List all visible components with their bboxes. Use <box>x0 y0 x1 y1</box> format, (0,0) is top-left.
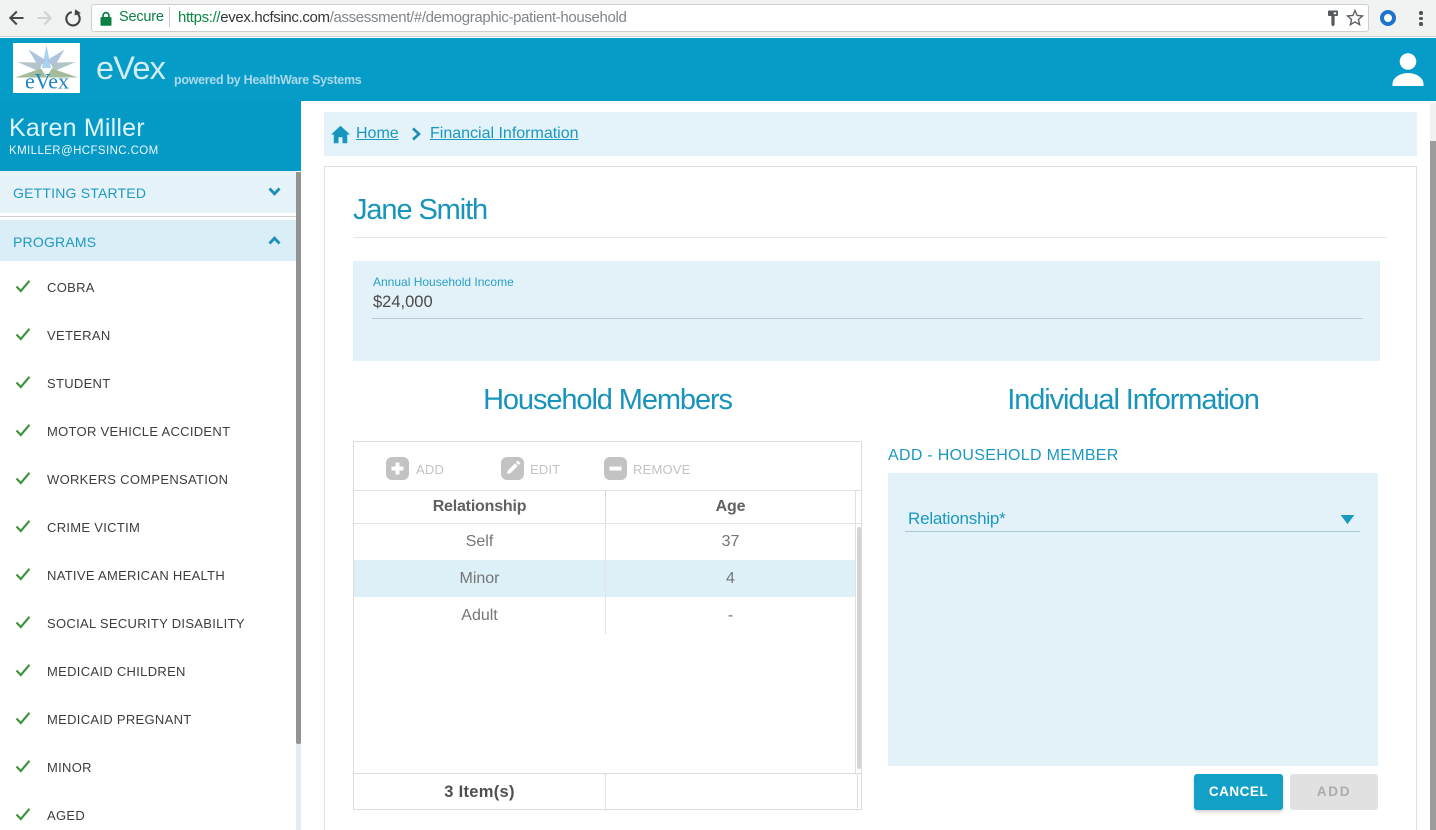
svg-text:eVex: eVex <box>25 69 69 94</box>
